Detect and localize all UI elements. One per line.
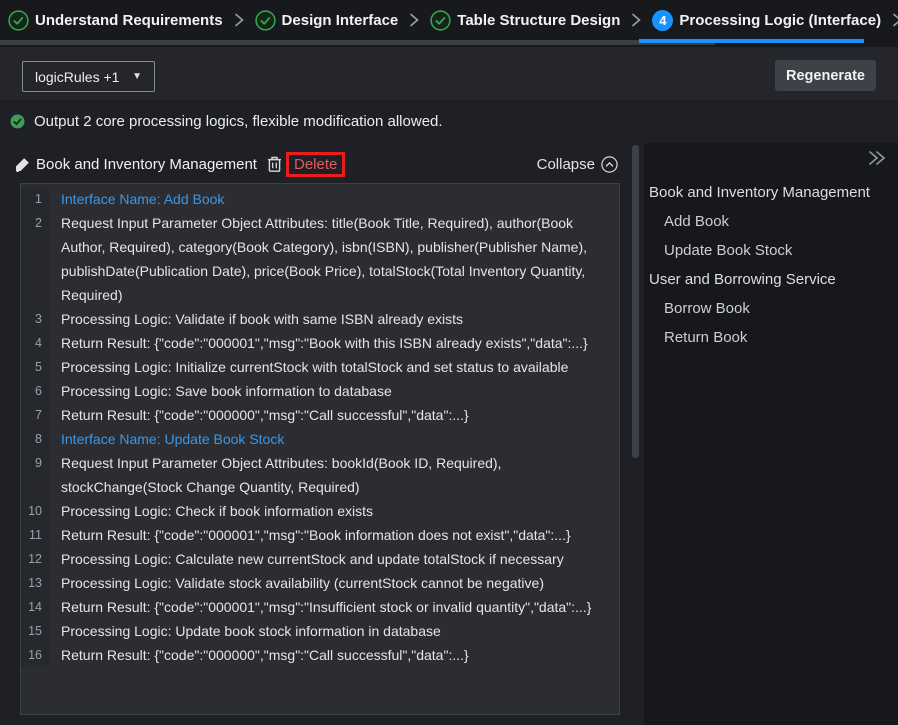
double-chevron-right-icon[interactable] <box>866 148 888 168</box>
step-label: Understand Requirements <box>35 12 223 29</box>
code-line: 16Return Result: {"code":"000000","msg":… <box>21 643 619 667</box>
code-text: Processing Logic: Calculate new currentS… <box>49 547 619 571</box>
line-number: 7 <box>21 403 49 427</box>
step-progress-bar: Understand Requirements Design Interface… <box>0 0 898 47</box>
code-line: 1Interface Name: Add Book <box>21 187 619 211</box>
code-text: Processing Logic: Check if book informat… <box>49 499 619 523</box>
line-number: 2 <box>21 211 49 307</box>
collapse-circle-icon <box>601 156 618 173</box>
code-text: Return Result: {"code":"000001","msg":"B… <box>49 523 619 547</box>
sidebar-item-add-book[interactable]: Add Book <box>644 207 898 236</box>
trash-icon[interactable] <box>266 155 283 173</box>
line-number: 11 <box>21 523 49 547</box>
check-circle-icon <box>255 10 276 31</box>
chevron-right-icon <box>408 12 420 28</box>
step-label: Processing Logic (Interface) <box>679 12 881 29</box>
step-understand-requirements[interactable]: Understand Requirements <box>8 10 223 31</box>
line-number: 4 <box>21 331 49 355</box>
code-text: Processing Logic: Initialize currentStoc… <box>49 355 619 379</box>
dropdown-label: logicRules +1 <box>35 69 119 85</box>
vertical-scrollbar[interactable] <box>632 145 639 458</box>
sidebar-item-return-book[interactable]: Return Book <box>644 323 898 352</box>
line-number: 1 <box>21 187 49 211</box>
code-line: 5Processing Logic: Initialize currentSto… <box>21 355 619 379</box>
regenerate-button[interactable]: Regenerate <box>775 60 876 91</box>
line-number: 3 <box>21 307 49 331</box>
step-table-structure-design[interactable]: Table Structure Design <box>430 10 620 31</box>
code-line: 13Processing Logic: Validate stock avail… <box>21 571 619 595</box>
outline-sidebar: Book and Inventory Management Add Book U… <box>644 143 898 725</box>
code-text: Processing Logic: Update book stock info… <box>49 619 619 643</box>
code-line: 6Processing Logic: Save book information… <box>21 379 619 403</box>
line-number: 12 <box>21 547 49 571</box>
code-text: Interface Name: Add Book <box>49 187 619 211</box>
line-number: 6 <box>21 379 49 403</box>
chevron-right-icon <box>233 12 245 28</box>
stepper-scroll-track[interactable] <box>0 40 715 45</box>
logic-rules-dropdown[interactable]: logicRules +1 ▼ <box>22 61 155 92</box>
toolbar: logicRules +1 ▼ Regenerate <box>0 47 898 100</box>
code-line: 10Processing Logic: Check if book inform… <box>21 499 619 523</box>
sidebar-item-update-book-stock[interactable]: Update Book Stock <box>644 236 898 265</box>
code-text: Request Input Parameter Object Attribute… <box>49 211 619 307</box>
outline-nav: Book and Inventory Management Add Book U… <box>644 178 898 352</box>
section-header: Book and Inventory Management Delete Col… <box>14 148 618 180</box>
step-processing-logic-interface[interactable]: 4 Processing Logic (Interface) <box>652 10 881 31</box>
sidebar-item-user-and-borrowing-service[interactable]: User and Borrowing Service <box>644 265 898 294</box>
sidebar-item-book-and-inventory-management[interactable]: Book and Inventory Management <box>644 178 898 207</box>
chevron-right-icon <box>630 12 642 28</box>
code-text: Return Result: {"code":"000000","msg":"C… <box>49 643 619 667</box>
logic-editor[interactable]: 1Interface Name: Add Book 2Request Input… <box>20 183 620 715</box>
line-number: 13 <box>21 571 49 595</box>
code-text: Return Result: {"code":"000001","msg":"B… <box>49 331 619 355</box>
code-text: Return Result: {"code":"000001","msg":"I… <box>49 595 619 619</box>
success-check-icon <box>10 114 25 129</box>
step-label: Design Interface <box>282 12 399 29</box>
collapse-button[interactable]: Collapse <box>537 156 618 173</box>
caret-down-icon: ▼ <box>132 71 142 82</box>
code-line: 7Return Result: {"code":"000000","msg":"… <box>21 403 619 427</box>
code-line: 14Return Result: {"code":"000001","msg":… <box>21 595 619 619</box>
line-number: 5 <box>21 355 49 379</box>
status-message: Output 2 core processing logics, flexibl… <box>34 113 443 130</box>
code-text: Processing Logic: Validate stock availab… <box>49 571 619 595</box>
code-text: Return Result: {"code":"000000","msg":"C… <box>49 403 619 427</box>
edit-pen-icon <box>14 156 31 173</box>
check-circle-icon <box>8 10 29 31</box>
step-label: Table Structure Design <box>457 12 620 29</box>
line-number: 10 <box>21 499 49 523</box>
line-number: 14 <box>21 595 49 619</box>
line-number: 9 <box>21 451 49 499</box>
line-number: 16 <box>21 643 49 667</box>
step-design-interface[interactable]: Design Interface <box>255 10 399 31</box>
step-number-badge: 4 <box>652 10 673 31</box>
code-line: 2Request Input Parameter Object Attribut… <box>21 211 619 307</box>
check-circle-icon <box>430 10 451 31</box>
chevron-right-icon <box>891 12 898 28</box>
sidebar-item-borrow-book[interactable]: Borrow Book <box>644 294 898 323</box>
line-number: 8 <box>21 427 49 451</box>
active-step-underline <box>639 39 864 43</box>
code-text: Interface Name: Update Book Stock <box>49 427 619 451</box>
code-line: 12Processing Logic: Calculate new curren… <box>21 547 619 571</box>
code-text: Request Input Parameter Object Attribute… <box>49 451 619 499</box>
collapse-label: Collapse <box>537 156 595 173</box>
code-line: 4Return Result: {"code":"000001","msg":"… <box>21 331 619 355</box>
code-line: 8Interface Name: Update Book Stock <box>21 427 619 451</box>
code-line: 15Processing Logic: Update book stock in… <box>21 619 619 643</box>
code-line: 11Return Result: {"code":"000001","msg":… <box>21 523 619 547</box>
code-line: 9Request Input Parameter Object Attribut… <box>21 451 619 499</box>
code-text: Processing Logic: Save book information … <box>49 379 619 403</box>
section-title: Book and Inventory Management <box>36 156 257 173</box>
code-text: Processing Logic: Validate if book with … <box>49 307 619 331</box>
status-row: Output 2 core processing logics, flexibl… <box>0 100 898 143</box>
line-number: 15 <box>21 619 49 643</box>
code-line: 3Processing Logic: Validate if book with… <box>21 307 619 331</box>
delete-button[interactable]: Delete <box>286 152 345 177</box>
